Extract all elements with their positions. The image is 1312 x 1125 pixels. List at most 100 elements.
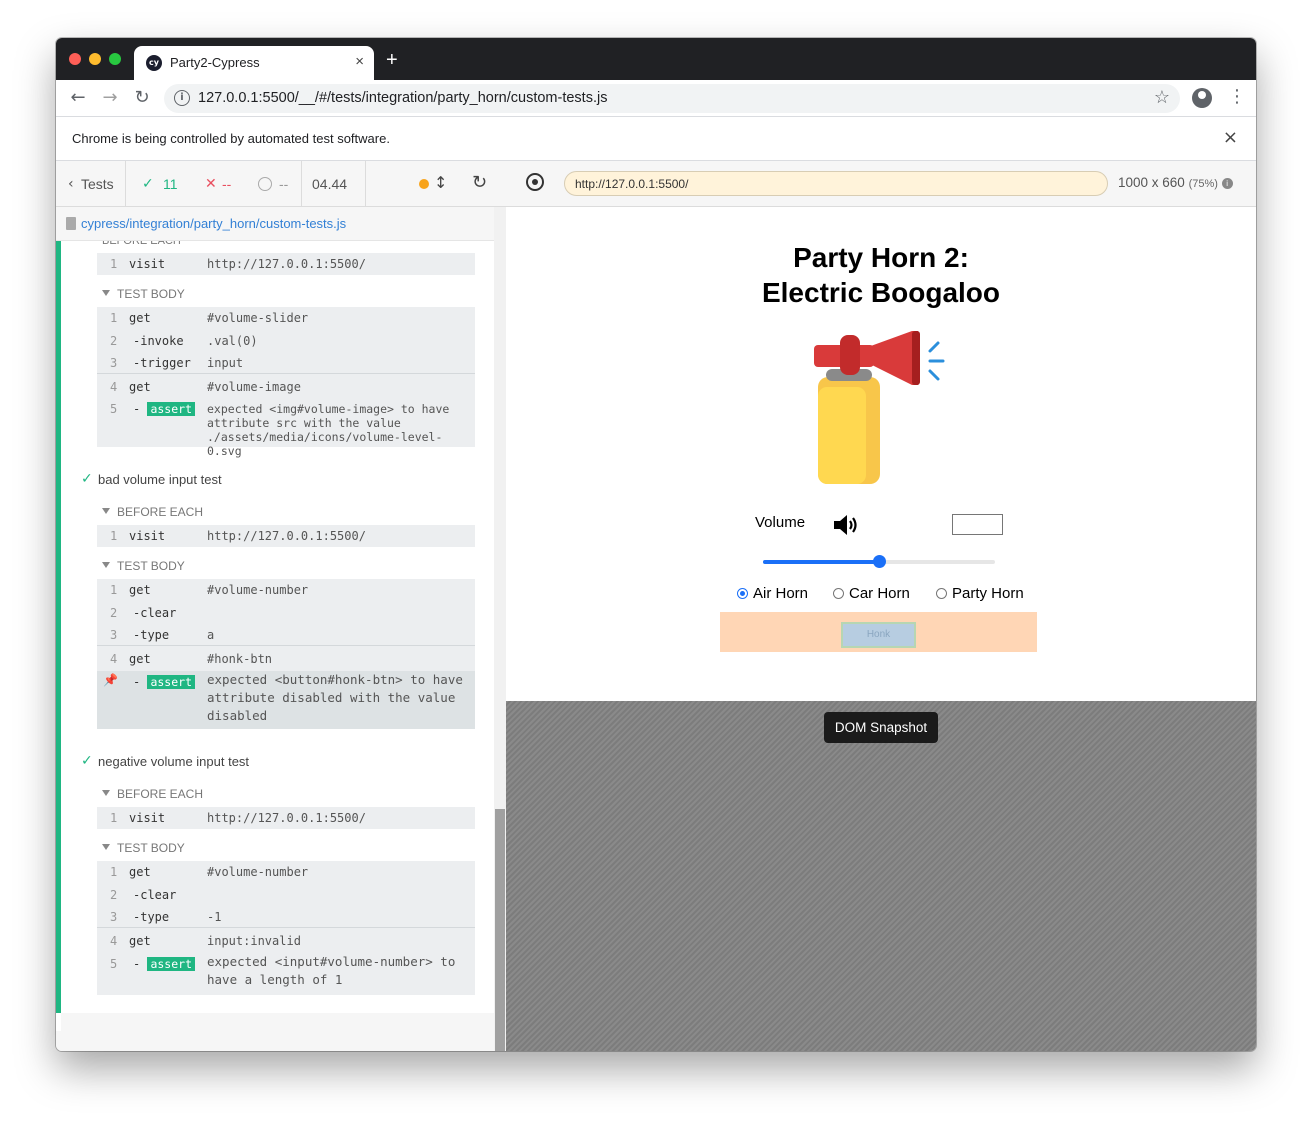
viewport-scale: (75%) [1188,178,1218,190]
command-row[interactable]: 3 -trigger input [97,352,475,374]
volume-slider-thumb[interactable] [873,555,886,568]
honk-highlight-area: Honk [720,612,1037,652]
reporter-scrollbar[interactable] [494,207,506,1051]
radio-car-horn[interactable]: Car Horn [833,585,910,602]
command-row[interactable]: 1 get #volume-number [97,579,475,601]
command-row[interactable]: 3 -type -1 [97,906,475,928]
rerun-icon[interactable]: ↻ [472,172,487,193]
before-each-commands: 1 visit http://127.0.0.1:5500/ [97,807,475,829]
test-body-commands: 1 get #volume-number 2 -clear 3 -type a 4 get #… [97,579,475,729]
site-info-icon[interactable]: i [174,90,190,106]
assert-row[interactable]: 5 - assert expected <input#volume-number… [97,953,475,995]
command-row[interactable]: 2 -clear [97,602,475,624]
dom-snapshot-badge: DOM Snapshot [824,712,938,743]
command-row[interactable]: 4 get #volume-image [97,376,475,398]
file-icon [66,217,76,230]
browser-toolbar: ← → ↻ i 127.0.0.1:5500/__/#/tests/integr… [56,80,1256,117]
command-row[interactable]: 1 get #volume-slider [97,307,475,329]
passed-count: 11 [163,176,178,192]
tests-button-label: Tests [81,176,114,192]
infobar-close-icon[interactable]: × [1223,127,1238,148]
reload-icon[interactable]: ↻ [132,88,152,108]
before-each-label: BEFORE EACH [117,787,204,801]
infobar-message: Chrome is being controlled by automated … [72,131,390,146]
close-window-button[interactable] [69,53,81,65]
aut-snapshot-backdrop: DOM Snapshot [506,701,1256,1051]
address-bar[interactable]: i 127.0.0.1:5500/__/#/tests/integration/… [164,84,1180,113]
menu-kebab-icon[interactable]: ⋮ [1228,86,1246,107]
spec-file-path[interactable]: cypress/integration/party_horn/custom-te… [81,216,346,231]
command-row[interactable]: 4 get input:invalid [97,930,475,952]
profile-avatar-icon[interactable] [1192,88,1212,108]
viewport-dimensions: 1000 x 660 [1118,175,1185,190]
assert-badge: assert [147,402,195,416]
test-title[interactable]: negative volume input test [98,754,249,769]
failed-count: -- [222,176,232,192]
before-each-commands: 1 visit http://127.0.0.1:5500/ [97,525,475,547]
assert-row-pinned[interactable]: 📌 - assert expected <button#honk-btn> to… [97,671,475,729]
forward-arrow-icon[interactable]: → [100,88,120,108]
selector-playground-target-icon[interactable] [526,173,544,191]
back-arrow-icon[interactable]: ← [68,88,88,108]
spec-file-bar: cypress/integration/party_horn/custom-te… [56,207,494,241]
test-pass-check-icon: ✓ [81,471,93,487]
caret-down-icon[interactable] [102,508,110,514]
test-title[interactable]: bad volume input test [98,472,222,487]
assert-row[interactable]: 5 - assert expected <img#volume-image> t… [97,398,475,458]
test-body-commands: 1 get #volume-number 2 -clear 3 -type -1 4 get… [97,861,475,995]
before-each-label: BEFORE EACH [117,505,204,519]
before-each-label: BEFORE EACH [102,241,181,247]
pending-circle-icon [258,177,272,191]
stats-group: ✓ 11 ✕ -- -- [126,161,302,207]
scrollbar-thumb[interactable] [495,809,505,1051]
tests-button[interactable]: ‹ Tests [56,161,126,207]
before-each-commands: 1 visit http://127.0.0.1:5500/ [97,253,475,275]
caret-down-icon[interactable] [102,562,110,568]
command-row[interactable]: 1 get #volume-number [97,861,475,883]
new-tab-button[interactable]: + [386,50,398,70]
viewport-info-icon[interactable]: i [1221,177,1233,189]
app-title-line2: Electric Boogaloo [761,277,1001,308]
command-row[interactable]: 2 -invoke .val(0) [97,330,475,352]
command-row[interactable]: 1 visit http://127.0.0.1:5500/ [97,525,475,547]
radio-unselected-icon [936,588,947,599]
radio-air-horn[interactable]: Air Horn [737,585,808,602]
radio-unselected-icon [833,588,844,599]
caret-down-icon[interactable] [102,290,110,296]
minimize-window-button[interactable] [89,53,101,65]
auto-scroll-icon[interactable]: ↕ [434,173,447,192]
assert-badge: assert [147,957,195,971]
app-title-line1: Party Horn 2: [793,242,969,273]
volume-slider[interactable] [763,555,995,568]
zoom-window-button[interactable] [109,53,121,65]
test-pass-check-icon: ✓ [81,753,93,769]
command-row[interactable]: 1 visit http://127.0.0.1:5500/ [97,253,475,275]
caret-down-icon[interactable] [102,844,110,850]
assert-badge: assert [147,675,195,689]
tab-close-icon[interactable]: × [355,53,364,70]
duration-cell: 04.44 [302,161,366,207]
command-row[interactable]: 1 visit http://127.0.0.1:5500/ [97,807,475,829]
radio-selected-icon [737,588,748,599]
aut-header: http://127.0.0.1:5500/ 1000 x 660 (75%) … [506,161,1256,207]
volume-speaker-icon [834,515,857,535]
volume-slider-fill [763,560,879,564]
volume-label: Volume [755,514,806,531]
radio-party-horn[interactable]: Party Horn [936,585,1024,602]
bookmark-star-icon[interactable]: ☆ [1154,87,1170,108]
honk-button[interactable]: Honk [841,622,916,648]
tab-title: Party2-Cypress [170,55,260,70]
test-body-label: TEST BODY [117,841,185,855]
pin-icon: 📌 [103,673,118,687]
volume-number-input[interactable] [952,514,1003,535]
failed-x-icon: ✕ [205,176,217,192]
browser-tab[interactable]: cy Party2-Cypress × [134,46,374,80]
command-row[interactable]: 4 get #honk-btn [97,648,475,670]
command-row[interactable]: 2 -clear [97,884,475,906]
automation-infobar: Chrome is being controlled by automated … [56,117,1256,161]
aut-url-bar[interactable]: http://127.0.0.1:5500/ [564,171,1108,196]
command-row[interactable]: 3 -type a [97,624,475,646]
passed-check-icon: ✓ [142,176,154,192]
caret-down-icon[interactable] [102,790,110,796]
command-log-footer [61,1013,494,1031]
